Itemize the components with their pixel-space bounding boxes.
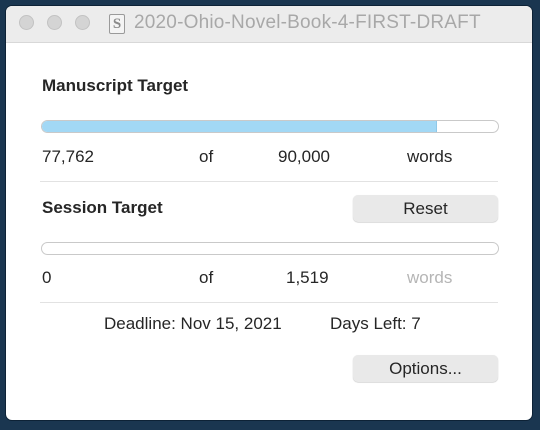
deadline-label: Deadline: Nov 15, 2021: [104, 314, 282, 333]
reset-button[interactable]: Reset: [353, 195, 498, 222]
manuscript-target-input[interactable]: 90,000: [278, 147, 330, 167]
days-left-label: Days Left: 7: [330, 314, 421, 333]
session-unit-select[interactable]: words: [407, 268, 452, 288]
session-target-heading: Session Target: [42, 198, 163, 217]
section-divider: [40, 181, 498, 182]
close-button[interactable]: [19, 15, 34, 30]
session-of-label: of: [199, 268, 214, 287]
session-target-input[interactable]: 1,519: [286, 268, 329, 288]
target-window: S 2020-Ohio-Novel-Book-4-FIRST-DRAFT Man…: [6, 6, 532, 420]
session-current-count: 0: [42, 268, 52, 287]
minimize-button[interactable]: [47, 15, 62, 30]
scrivener-document-icon: S: [109, 14, 125, 34]
window-title: 2020-Ohio-Novel-Book-4-FIRST-DRAFT: [134, 12, 481, 33]
session-progress-bar: [41, 242, 499, 255]
manuscript-of-label: of: [199, 147, 214, 166]
manuscript-target-heading: Manuscript Target: [42, 76, 189, 95]
options-button[interactable]: Options...: [353, 355, 498, 382]
section-divider: [40, 302, 498, 303]
manuscript-current-count: 77,762: [42, 147, 94, 166]
manuscript-unit-select[interactable]: words: [407, 147, 452, 167]
manuscript-progress-bar: [41, 120, 499, 133]
manuscript-progress-fill: [42, 121, 437, 132]
zoom-button[interactable]: [75, 15, 90, 30]
title-bar[interactable]: S 2020-Ohio-Novel-Book-4-FIRST-DRAFT: [6, 6, 532, 43]
